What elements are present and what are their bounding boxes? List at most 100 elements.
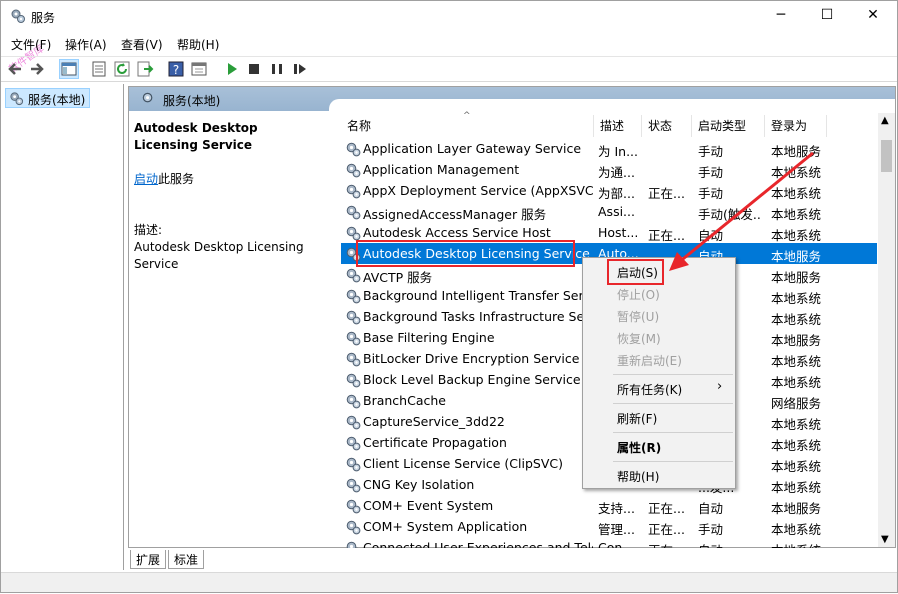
maximize-button[interactable]: ☐ xyxy=(804,1,850,32)
scroll-down-icon[interactable]: ▼ xyxy=(881,534,889,545)
refresh-icon[interactable] xyxy=(113,60,131,78)
description-text: Autodesk Desktop Licensing Service xyxy=(134,240,304,271)
service-gear-icon xyxy=(345,435,361,451)
pane-header: 服务(本地) xyxy=(129,87,895,111)
service-startup-type: 自动 xyxy=(698,228,724,243)
table-row[interactable]: Connected User Experiences and Tele... Co… xyxy=(341,537,877,548)
service-name: AVCTP 服务 xyxy=(363,270,433,285)
service-gear-icon xyxy=(345,477,361,493)
svg-text:?: ? xyxy=(173,63,179,77)
service-logon: 本地系统 xyxy=(771,459,822,474)
service-name: Certificate Propagation xyxy=(363,435,507,450)
service-description: 为通... xyxy=(598,165,635,180)
table-row[interactable]: COM+ System Application 管理... 正在... 手动 本地系统 xyxy=(341,516,877,537)
table-row[interactable]: Application Layer Gateway Service 为 In...… xyxy=(341,138,877,159)
service-logon: 本地服务 xyxy=(771,333,822,348)
service-name: Application Management xyxy=(363,162,520,177)
service-logon: 本地系统 xyxy=(771,312,822,327)
service-gear-icon xyxy=(345,225,361,241)
table-row[interactable]: Application Management 为通... 手动 本地系统 xyxy=(341,159,877,180)
service-gear-icon xyxy=(345,540,361,548)
forward-icon[interactable] xyxy=(28,60,46,78)
service-name: COM+ Event System xyxy=(363,498,494,513)
service-status: 正在... xyxy=(648,186,685,201)
service-name: BranchCache xyxy=(363,393,446,408)
table-row[interactable]: AssignedAccessManager 服务 Assi... 手动(触发... 本… xyxy=(341,201,877,222)
ctx-separator xyxy=(613,461,733,462)
start-service-link[interactable]: 启动 xyxy=(134,172,158,186)
service-startup-type: 手动 xyxy=(698,165,724,180)
service-name: BitLocker Drive Encryption Service xyxy=(363,351,580,366)
service-gear-icon xyxy=(345,309,361,325)
service-logon: 网络服务 xyxy=(771,396,822,411)
properties-view-icon[interactable] xyxy=(190,60,208,78)
table-row[interactable]: AppX Deployment Service (AppXSVC) 为部... 正在… xyxy=(341,180,877,201)
console-tree-icon[interactable] xyxy=(59,59,79,79)
ctx-refresh[interactable]: 刷新(F) xyxy=(617,410,657,427)
vertical-scrollbar[interactable]: ▲ ▼ xyxy=(878,113,895,547)
column-status[interactable]: 状态 xyxy=(642,115,692,137)
console-tree: 服务(本地) xyxy=(1,84,124,570)
close-button[interactable]: ✕ xyxy=(850,1,896,32)
tab-standard[interactable]: 标准 xyxy=(168,550,205,569)
service-gear-icon xyxy=(345,183,361,199)
service-name: Connected User Experiences and Tele... xyxy=(363,540,593,548)
tab-extended[interactable]: 扩展 xyxy=(130,550,167,569)
service-description: 管理... xyxy=(598,522,635,537)
ctx-separator xyxy=(613,374,733,375)
selected-service-name: Autodesk Desktop Licensing Service xyxy=(134,121,258,152)
ctx-properties[interactable]: 属性(R) xyxy=(617,439,661,456)
service-logon: 本地系统 xyxy=(771,207,822,222)
column-logon-as[interactable]: 登录为 xyxy=(765,115,827,137)
service-startup-type: 手动 xyxy=(698,522,724,537)
ctx-pause[interactable]: 暂停(U) xyxy=(617,308,659,325)
service-startup-type: 手动 xyxy=(698,144,724,159)
service-gear-icon xyxy=(345,519,361,535)
toolbar: ? xyxy=(1,56,897,82)
table-row[interactable]: COM+ Event System 支持... 正在... 自动 本地服务 xyxy=(341,495,877,516)
back-icon[interactable] xyxy=(6,60,24,78)
ctx-restart[interactable]: 重新启动(E) xyxy=(617,352,682,369)
list-header: ^ 名称 描述 状态 启动类型 登录为 xyxy=(341,111,877,137)
list-icon[interactable] xyxy=(90,60,108,78)
start-line: 启动此服务 xyxy=(134,171,324,188)
start-service-icon[interactable] xyxy=(223,60,241,78)
submenu-chevron-icon: › xyxy=(717,379,723,394)
menu-file[interactable]: 文件(F) xyxy=(11,36,51,53)
service-gear-icon xyxy=(345,393,361,409)
help-icon[interactable]: ? xyxy=(167,60,185,78)
menu-action[interactable]: 操作(A) xyxy=(65,36,107,53)
service-name: CNG Key Isolation xyxy=(363,477,475,492)
service-name: Background Tasks Infrastructure Service xyxy=(363,309,593,324)
pause-service-icon[interactable] xyxy=(268,60,286,78)
service-name: Block Level Backup Engine Service xyxy=(363,372,581,387)
service-logon: 本地系统 xyxy=(771,375,822,390)
restart-service-icon[interactable] xyxy=(291,60,309,78)
ctx-resume[interactable]: 恢复(M) xyxy=(617,330,661,347)
service-description: Con... xyxy=(598,540,635,548)
scroll-up-icon[interactable]: ▲ xyxy=(881,115,889,126)
service-gear-icon xyxy=(345,456,361,472)
ctx-stop[interactable]: 停止(O) xyxy=(617,286,660,303)
menu-help[interactable]: 帮助(H) xyxy=(177,36,219,53)
scroll-thumb[interactable] xyxy=(881,140,892,172)
minimize-button[interactable]: ─ xyxy=(758,1,804,32)
column-name[interactable]: 名称 xyxy=(341,115,594,137)
service-startup-type: 手动 xyxy=(698,186,724,201)
stop-service-icon[interactable] xyxy=(245,60,263,78)
service-logon: 本地服务 xyxy=(771,249,822,264)
pane-title: 服务(本地) xyxy=(163,94,221,108)
title-bar: 服务 软件智库 ─ ☐ ✕ xyxy=(1,1,897,75)
tree-item-services-local[interactable]: 服务(本地) xyxy=(5,88,91,108)
service-logon: 本地系统 xyxy=(771,438,822,453)
service-logon: 本地系统 xyxy=(771,480,822,495)
service-startup-type: 手动(触发... xyxy=(698,207,762,222)
ctx-all-tasks[interactable]: 所有任务(K) xyxy=(617,381,682,398)
ctx-help[interactable]: 帮助(H) xyxy=(617,468,659,485)
service-logon: 本地服务 xyxy=(771,501,822,516)
menu-view[interactable]: 查看(V) xyxy=(121,36,163,53)
highlight-start-item xyxy=(607,259,664,285)
export-icon[interactable] xyxy=(136,60,154,78)
column-description[interactable]: 描述 xyxy=(594,115,642,137)
column-startup-type[interactable]: 启动类型 xyxy=(692,115,765,137)
